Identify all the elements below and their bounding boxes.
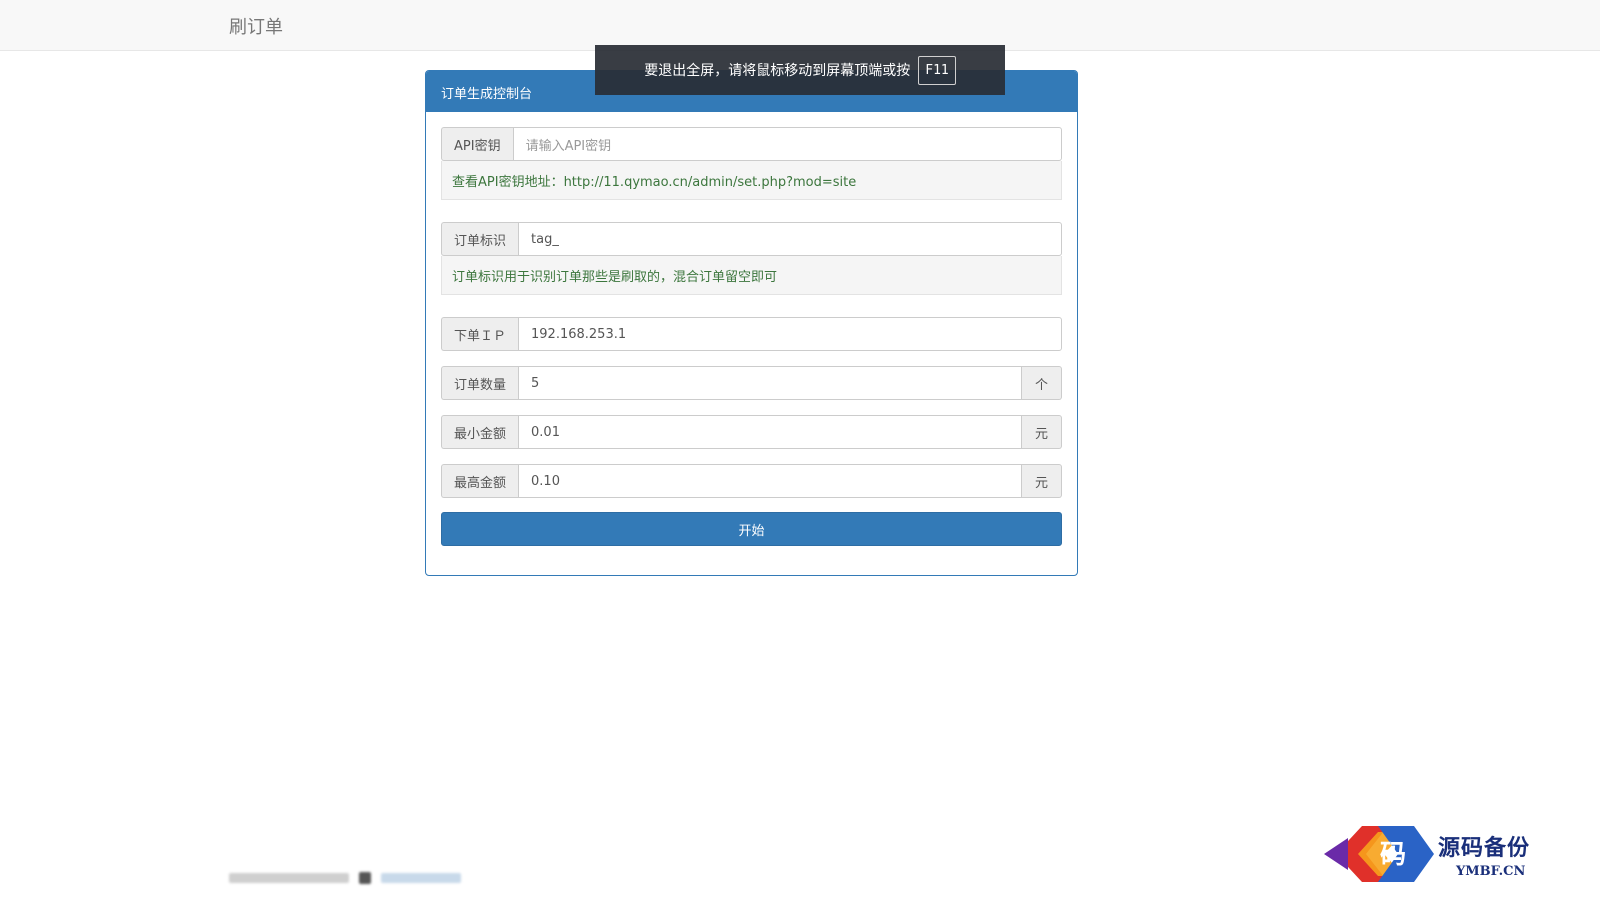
fullscreen-key-badge: F11	[918, 55, 956, 85]
api-key-label: API密钥	[441, 127, 513, 161]
min-amount-label: 最小金额	[441, 415, 519, 449]
order-ip-label: 下单ＩＰ	[441, 317, 519, 351]
footer-blurred-link	[381, 873, 461, 883]
fullscreen-notice: 要退出全屏，请将鼠标移动到屏幕顶端或按 F11	[595, 45, 1005, 95]
order-console-panel: 订单生成控制台 API密钥 请输入API密钥 查看API密钥地址：http://…	[425, 70, 1078, 576]
order-count-label: 订单数量	[441, 366, 519, 400]
api-key-input[interactable]: 请输入API密钥	[512, 127, 1062, 161]
api-key-group: API密钥 请输入API密钥	[441, 127, 1062, 161]
watermark-logo: 码 源码备份 YMBF.CN	[1318, 818, 1600, 900]
order-tag-label: 订单标识	[441, 222, 519, 256]
watermark-domain: YMBF.CN	[1456, 864, 1526, 879]
watermark-logo-icon: 码	[1324, 826, 1434, 882]
max-amount-group: 最高金额 0.10 元	[441, 464, 1062, 498]
order-count-unit: 个	[1022, 366, 1062, 400]
order-tag-group: 订单标识 tag_	[441, 222, 1062, 256]
watermark-logo-char: 码	[1380, 840, 1406, 870]
footer-blurred-text	[229, 873, 349, 883]
max-amount-unit: 元	[1022, 464, 1062, 498]
navbar: 刷订单	[0, 0, 1600, 51]
max-amount-label: 最高金额	[441, 464, 519, 498]
api-key-help: 查看API密钥地址：http://11.qymao.cn/admin/set.p…	[441, 161, 1062, 200]
order-count-input[interactable]: 5	[518, 366, 1022, 400]
watermark-text: 源码备份 YMBF.CN	[1438, 830, 1530, 879]
navbar-brand[interactable]: 刷订单	[229, 13, 283, 39]
min-amount-group: 最小金额 0.01 元	[441, 415, 1062, 449]
min-amount-unit: 元	[1022, 415, 1062, 449]
max-amount-input[interactable]: 0.10	[518, 464, 1022, 498]
api-key-placeholder: 请输入API密钥	[525, 138, 612, 154]
order-count-group: 订单数量 5 个	[441, 366, 1062, 400]
footer-icon	[359, 872, 371, 884]
footer-blurred	[229, 872, 461, 884]
order-ip-input[interactable]: 192.168.253.1	[518, 317, 1062, 351]
start-button[interactable]: 开始	[441, 512, 1062, 546]
order-tag-help: 订单标识用于识别订单那些是刷取的，混合订单留空即可	[441, 256, 1062, 295]
min-amount-input[interactable]: 0.01	[518, 415, 1022, 449]
fullscreen-notice-text: 要退出全屏，请将鼠标移动到屏幕顶端或按	[644, 63, 911, 79]
order-ip-group: 下单ＩＰ 192.168.253.1	[441, 317, 1062, 351]
order-tag-input[interactable]: tag_	[518, 222, 1062, 256]
watermark-name: 源码备份	[1438, 835, 1531, 861]
